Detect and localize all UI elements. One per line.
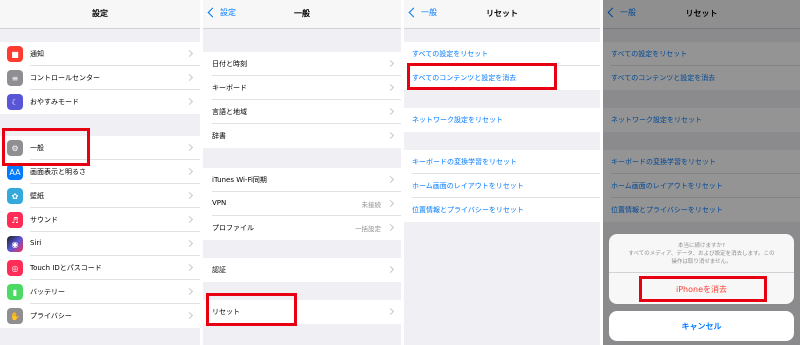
toggles-icon: ≡: [7, 70, 23, 86]
chevron-right-icon: [185, 239, 194, 248]
general-item-label: iTunes Wi-Fi同期: [212, 176, 267, 184]
settings-item-label: おやすみモード: [30, 98, 79, 106]
general-item-label: 辞書: [212, 132, 226, 140]
general-item-profile[interactable]: プロファイル 一括設定: [203, 216, 401, 240]
settings-item-label: バッテリー: [30, 288, 65, 296]
alert-body-line1: すべてのメディア、データ、および設定を消去します。この: [628, 251, 775, 257]
chevron-right-icon: [386, 199, 395, 208]
highlight-general: [2, 128, 90, 166]
general-item-itunes-wifi-sync[interactable]: iTunes Wi-Fi同期: [203, 168, 401, 192]
chevron-right-icon: [185, 97, 194, 106]
display-icon: AA: [7, 164, 23, 180]
reset-panel: 一般 リセット すべての設定をリセット すべてのコンテンツと設定を消去 ネットワ…: [404, 0, 600, 345]
settings-item-label: Siri: [30, 239, 42, 247]
reset-location-privacy[interactable]: 位置情報とプライバシーをリセット: [404, 198, 600, 222]
general-item-date-time[interactable]: 日付と時刻: [203, 52, 401, 76]
settings-item-sounds[interactable]: ♬ サウンド: [0, 208, 200, 232]
settings-item-label: Touch IDとパスコード: [30, 264, 102, 272]
siri-icon: ◉: [7, 236, 23, 252]
nav-bar: 一般 リセット: [404, 0, 600, 29]
reset-item-label: 位置情報とプライバシーをリセット: [412, 206, 524, 214]
settings-panel: 設定 ■ 通知 ≡ コントロールセンター ☾ おやすみモード ⚙ 一般 AA 画…: [0, 0, 200, 345]
general-panel: 設定 一般 日付と時刻 キーボード 言語と地域 辞書 iTunes Wi-Fi同…: [203, 0, 401, 345]
reset-home-screen-layout[interactable]: ホーム画面のレイアウトをリセット: [404, 174, 600, 198]
general-item-dictionary[interactable]: 辞書: [203, 124, 401, 148]
chevron-right-icon: [185, 287, 194, 296]
moon-icon: ☾: [7, 94, 23, 110]
reset-item-label: ホーム画面のレイアウトをリセット: [412, 182, 524, 190]
chevron-right-icon: [185, 263, 194, 272]
general-item-label: キーボード: [212, 84, 247, 92]
chevron-right-icon: [386, 83, 395, 92]
fingerprint-icon: ◎: [7, 260, 23, 276]
alert-message: 本当に続けますか? すべてのメディア、データ、および設定を消去します。この 操作…: [609, 234, 794, 272]
reset-item-label: ネットワーク設定をリセット: [412, 116, 503, 124]
settings-item-siri[interactable]: ◉ Siri: [0, 232, 200, 256]
reset-item-label: すべての設定をリセット: [412, 50, 489, 58]
reset-item-label: キーボードの変換学習をリセット: [412, 158, 517, 166]
general-item-label: 日付と時刻: [212, 60, 247, 68]
highlight-erase-iphone: [639, 276, 767, 302]
profile-value: 一括設定: [355, 225, 381, 233]
settings-item-label: コントロールセンター: [30, 74, 100, 82]
chevron-right-icon: [386, 307, 395, 316]
settings-item-label: サウンド: [30, 216, 58, 224]
reset-confirm-panel: 一般 リセット すべての設定をリセット すべてのコンテンツと設定を消去 ネットワ…: [603, 0, 800, 345]
chevron-right-icon: [386, 223, 395, 232]
settings-item-touch-id[interactable]: ◎ Touch IDとパスコード: [0, 256, 200, 280]
reset-keyboard-dictionary[interactable]: キーボードの変換学習をリセット: [404, 150, 600, 174]
nav-bar: 設定 一般: [203, 0, 401, 29]
general-item-language-region[interactable]: 言語と地域: [203, 100, 401, 124]
settings-item-battery[interactable]: ▮ バッテリー: [0, 280, 200, 304]
settings-item-label: 壁紙: [30, 192, 44, 200]
wallpaper-icon: ✿: [7, 188, 23, 204]
cancel-sheet: キャンセル: [609, 311, 794, 341]
general-item-label: プロファイル: [212, 224, 254, 232]
bell-icon: ■: [7, 46, 23, 62]
general-item-label: 言語と地域: [212, 108, 247, 116]
alert-title: 本当に続けますか?: [678, 243, 725, 249]
page-title: リセット: [486, 9, 518, 18]
settings-item-do-not-disturb[interactable]: ☾ おやすみモード: [0, 90, 200, 114]
highlight-erase-all: [407, 63, 557, 90]
chevron-right-icon: [185, 167, 194, 176]
chevron-right-icon: [185, 73, 194, 82]
page-title: 設定: [92, 9, 108, 18]
hand-icon: ✋: [7, 308, 23, 324]
chevron-right-icon: [386, 107, 395, 116]
chevron-right-icon: [185, 143, 194, 152]
chevron-right-icon: [386, 131, 395, 140]
highlight-reset: [206, 293, 297, 326]
chevron-right-icon: [185, 311, 194, 320]
nav-bar: 設定: [0, 0, 200, 29]
general-item-certification[interactable]: 認証: [203, 258, 401, 282]
general-item-keyboard[interactable]: キーボード: [203, 76, 401, 100]
page-title: 一般: [294, 9, 310, 18]
settings-item-notifications[interactable]: ■ 通知: [0, 42, 200, 66]
general-item-vpn[interactable]: VPN 未接続: [203, 192, 401, 216]
speaker-icon: ♬: [7, 212, 23, 228]
general-item-label: VPN: [212, 199, 227, 207]
chevron-right-icon: [386, 265, 395, 274]
chevron-right-icon: [185, 191, 194, 200]
reset-network-settings[interactable]: ネットワーク設定をリセット: [404, 108, 600, 132]
chevron-right-icon: [185, 215, 194, 224]
battery-icon: ▮: [7, 284, 23, 300]
settings-item-label: プライバシー: [30, 312, 72, 320]
chevron-right-icon: [386, 175, 395, 184]
settings-item-privacy[interactable]: ✋ プライバシー: [0, 304, 200, 328]
settings-item-wallpaper[interactable]: ✿ 壁紙: [0, 184, 200, 208]
chevron-right-icon: [386, 59, 395, 68]
settings-item-control-center[interactable]: ≡ コントロールセンター: [0, 66, 200, 90]
general-item-label: 認証: [212, 266, 226, 274]
vpn-status: 未接続: [361, 201, 382, 209]
chevron-right-icon: [185, 49, 194, 58]
alert-body-line2: 操作は取り消せません。: [671, 259, 732, 265]
cancel-button[interactable]: キャンセル: [609, 311, 794, 332]
settings-item-label: 画面表示と明るさ: [30, 168, 86, 176]
settings-item-label: 通知: [30, 50, 44, 58]
